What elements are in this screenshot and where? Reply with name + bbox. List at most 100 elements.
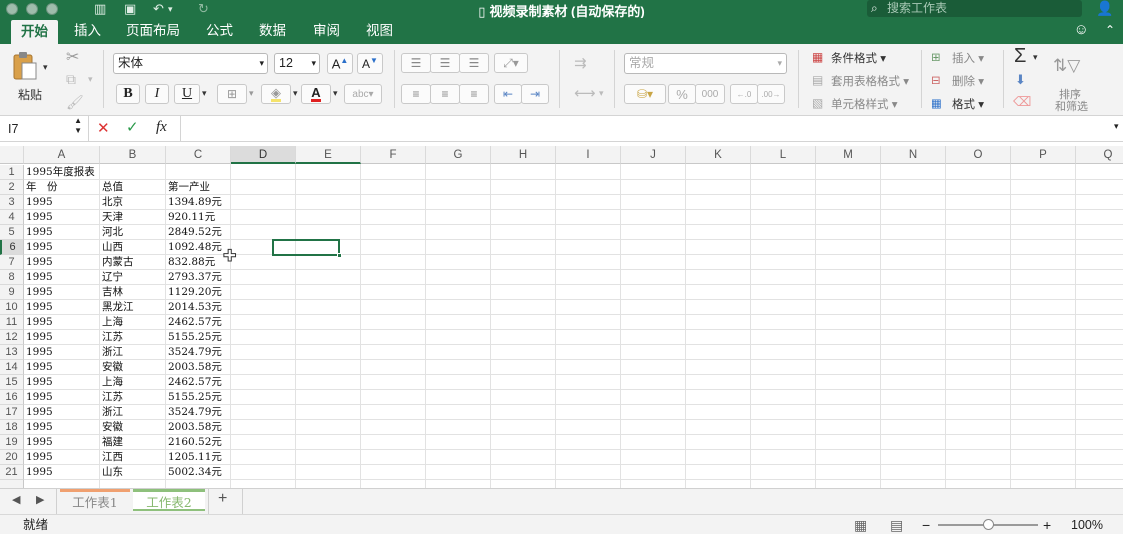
cell-c9[interactable]: 1129.20元 (166, 285, 231, 300)
cell-b6[interactable]: 山西 (100, 240, 166, 255)
column-header-h[interactable]: H (491, 146, 556, 164)
next-sheet-icon[interactable]: ▶ (36, 493, 44, 506)
cell-a10[interactable]: 1995 (24, 300, 100, 315)
row-header-19[interactable]: 19 (0, 435, 24, 450)
cell-b4[interactable]: 天津 (100, 210, 166, 225)
cell-a11[interactable]: 1995 (24, 315, 100, 330)
cell-a2[interactable]: 年 份 (24, 180, 100, 195)
cell-c6[interactable]: 1092.48元 (166, 240, 231, 255)
cell-c17[interactable]: 3524.79元 (166, 405, 231, 420)
row-header-11[interactable]: 11 (0, 315, 24, 330)
insert-function-button[interactable]: fx (156, 119, 167, 136)
cell-b9[interactable]: 吉林 (100, 285, 166, 300)
zoom-out-icon[interactable]: − (922, 515, 930, 535)
row-header-1[interactable]: 1 (0, 165, 24, 180)
tab-home[interactable]: 开始 (11, 20, 58, 44)
cell-a7[interactable]: 1995 (24, 255, 100, 270)
align-middle-button[interactable]: ☰ (430, 53, 460, 73)
cell-c8[interactable]: 2793.37元 (166, 270, 231, 285)
cell-b17[interactable]: 浙江 (100, 405, 166, 420)
cell-b16[interactable]: 江苏 (100, 390, 166, 405)
font-name-select[interactable]: 宋体 ▾ (113, 53, 268, 74)
cell-a3[interactable]: 1995 (24, 195, 100, 210)
tab-page-layout[interactable]: 页面布局 (116, 18, 190, 44)
orientation-button[interactable]: ⤢▾ (494, 53, 528, 73)
paste-button[interactable] (10, 50, 40, 82)
borders-button[interactable]: ⊞ (217, 84, 247, 104)
tab-data[interactable]: 数据 (249, 18, 296, 44)
row-header-13[interactable]: 13 (0, 345, 24, 360)
fill-color-dropdown-icon[interactable]: ▾ (293, 88, 298, 99)
cell-b18[interactable]: 安徽 (100, 420, 166, 435)
underline-dropdown-icon[interactable]: ▾ (202, 88, 207, 99)
column-header-k[interactable]: K (686, 146, 751, 164)
cell-a9[interactable]: 1995 (24, 285, 100, 300)
collapse-ribbon-icon[interactable]: ⌃ (1105, 23, 1115, 37)
align-center-button[interactable]: ≡ (430, 84, 460, 104)
row-header-20[interactable]: 20 (0, 450, 24, 465)
row-header-10[interactable]: 10 (0, 300, 24, 315)
cell-a19[interactable]: 1995 (24, 435, 100, 450)
row-header-4[interactable]: 4 (0, 210, 24, 225)
cell-c10[interactable]: 2014.53元 (166, 300, 231, 315)
row-header-15[interactable]: 15 (0, 375, 24, 390)
column-header-f[interactable]: F (361, 146, 426, 164)
row-header-3[interactable]: 3 (0, 195, 24, 210)
selected-cell[interactable] (272, 239, 342, 258)
cell-c18[interactable]: 2003.58元 (166, 420, 231, 435)
fill-handle[interactable] (337, 253, 342, 258)
cell-a18[interactable]: 1995 (24, 420, 100, 435)
cell-b7[interactable]: 内蒙古 (100, 255, 166, 270)
cell-a16[interactable]: 1995 (24, 390, 100, 405)
fill-down-icon[interactable]: ⬇ (1015, 72, 1026, 88)
insert-cells-button[interactable]: 插入 ▾ (952, 50, 984, 66)
font-color-dropdown-icon[interactable]: ▾ (333, 88, 338, 99)
column-header-q[interactable]: Q (1076, 146, 1123, 164)
sort-filter-icon[interactable]: ⇅▽ (1053, 56, 1080, 76)
cell-c2[interactable]: 第一产业 (166, 180, 231, 195)
increase-decimal-button[interactable]: ←.0 (730, 84, 758, 104)
formula-input[interactable] (186, 119, 1106, 139)
cell-c16[interactable]: 5155.25元 (166, 390, 231, 405)
thousands-separator-button[interactable]: 000 (695, 84, 725, 104)
fill-color-button[interactable]: ◈ (261, 84, 291, 104)
cell-styles-button[interactable]: 单元格样式 ▾ (831, 96, 897, 112)
cell-a1[interactable]: 1995年度报表 (24, 165, 164, 180)
phonetic-button[interactable]: abc▾ (344, 84, 382, 104)
search-sheet-input[interactable]: ⌕ 搜索工作表 (867, 0, 1082, 17)
cell-a14[interactable]: 1995 (24, 360, 100, 375)
tab-insert[interactable]: 插入 (64, 18, 111, 44)
column-header-p[interactable]: P (1011, 146, 1076, 164)
row-header-12[interactable]: 12 (0, 330, 24, 345)
cell-b3[interactable]: 北京 (100, 195, 166, 210)
column-header-j[interactable]: J (621, 146, 686, 164)
cell-c11[interactable]: 2462.57元 (166, 315, 231, 330)
add-person-icon[interactable]: 👤 (1096, 0, 1113, 17)
row-header-17[interactable]: 17 (0, 405, 24, 420)
font-size-select[interactable]: 12 ▾ (274, 53, 320, 74)
column-header-m[interactable]: M (816, 146, 881, 164)
cell-b10[interactable]: 黑龙江 (100, 300, 166, 315)
row-header-9[interactable]: 9 (0, 285, 24, 300)
row-header-2[interactable]: 2 (0, 180, 24, 195)
cell-c19[interactable]: 2160.52元 (166, 435, 231, 450)
align-left-button[interactable]: ≡ (401, 84, 431, 104)
cell-a8[interactable]: 1995 (24, 270, 100, 285)
cell-b15[interactable]: 上海 (100, 375, 166, 390)
autosum-dropdown-icon[interactable]: ▾ (1033, 52, 1038, 63)
bold-button[interactable]: B (116, 84, 140, 104)
cell-c12[interactable]: 5155.25元 (166, 330, 231, 345)
row-header-8[interactable]: 8 (0, 270, 24, 285)
cell-a21[interactable]: 1995 (24, 465, 100, 480)
cell-c7[interactable]: 832.88元 (166, 255, 231, 270)
percent-button[interactable]: % (668, 84, 696, 104)
column-header-b[interactable]: B (100, 146, 166, 164)
tab-review[interactable]: 审阅 (303, 18, 350, 44)
tab-view[interactable]: 视图 (356, 18, 403, 44)
column-header-l[interactable]: L (751, 146, 816, 164)
cell-b5[interactable]: 河北 (100, 225, 166, 240)
autosum-icon[interactable]: Σ (1014, 45, 1026, 68)
column-header-d[interactable]: D (231, 146, 296, 164)
cell-a6[interactable]: 1995 (24, 240, 100, 255)
cell-a13[interactable]: 1995 (24, 345, 100, 360)
